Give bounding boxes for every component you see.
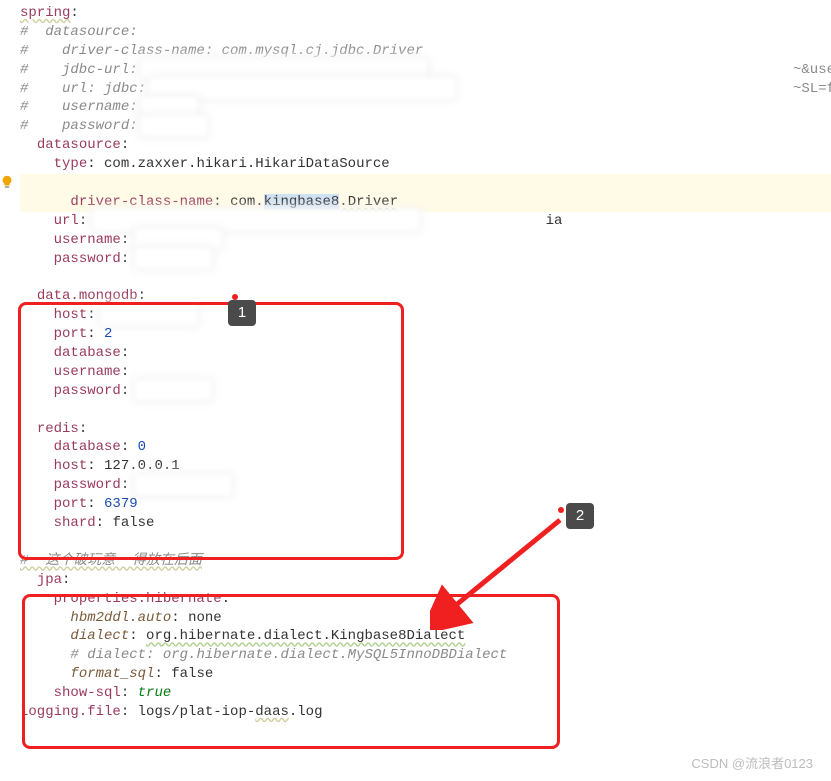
comment-url: # url: jdbc: (20, 81, 146, 97)
val-dialect: org.hibernate.dialect.Kingbase8Dialect (146, 628, 465, 644)
key-type: type (54, 156, 88, 172)
redacted (144, 100, 194, 114)
key-datasource: datasource (37, 137, 121, 153)
hint-right-1: ~&use (793, 61, 831, 80)
key-spring: spring (20, 5, 70, 21)
watermark: CSDN @流浪者0123 (691, 755, 813, 773)
val-redis-host: 127.0.0.1 (104, 458, 180, 474)
highlighted-line[interactable]: driver-class-name: com.kingbase8.Driver (20, 174, 831, 212)
redacted (144, 62, 424, 76)
key-format-sql: format_sql (70, 666, 154, 682)
val-hbm2ddl: none (188, 610, 222, 626)
url-hint: ia (546, 213, 563, 229)
key-database: database (54, 345, 121, 361)
redacted (138, 251, 208, 265)
val-type: com.zaxxer.hikari.HikariDataSource (104, 156, 390, 172)
val-port: 2 (104, 326, 112, 342)
key-password: password (54, 251, 121, 267)
val-redis-db: 0 (138, 439, 146, 455)
key-username2: username (54, 364, 121, 380)
key-hbm2ddl: hbm2ddl.auto (70, 610, 171, 626)
redacted (96, 213, 416, 227)
key-redis: redis (37, 421, 79, 437)
redacted (152, 81, 452, 95)
val-show-sql: true (138, 685, 172, 701)
callout-dot-1 (232, 294, 238, 300)
key-shard: shard (54, 515, 96, 531)
key-url: url (54, 213, 79, 229)
key-redis-host: host (54, 458, 88, 474)
key-logging: logging.file (20, 704, 121, 720)
redacted (138, 383, 208, 397)
key-redis-port: port (54, 496, 88, 512)
val-format-sql: false (171, 666, 213, 682)
comment-driver: # driver-class-name: com.mysql.cj.jdbc.D… (20, 43, 423, 59)
redacted (138, 478, 228, 492)
val-shard: false (112, 515, 154, 531)
key-mongodb: data.mongodb (37, 288, 138, 304)
comment-zh: # 这个破玩意 得放在后面 (20, 553, 202, 569)
callout-dot-2 (558, 507, 564, 513)
redacted (138, 232, 218, 246)
key-host: host (54, 307, 88, 323)
key-username: username (54, 232, 121, 248)
key-port: port (54, 326, 88, 342)
val-redis-port: 6379 (104, 496, 138, 512)
comment-username: # username: (20, 99, 138, 115)
key-jpa: jpa (37, 572, 62, 588)
key-redis-db: database (54, 439, 121, 455)
key-password2: password (54, 383, 121, 399)
hint-right-2: ~SL=f (793, 80, 831, 99)
key-props-hib: properties.hibernate (54, 591, 222, 607)
redacted (104, 308, 194, 322)
redacted (144, 119, 204, 133)
comment-dialect: # dialect: org.hibernate.dialect.MySQL5I… (70, 647, 507, 663)
comment-password: # password: (20, 118, 138, 134)
comment-datasource: # datasource: (20, 24, 138, 40)
key-dialect: dialect (70, 628, 129, 644)
key-show-sql: show-sql (54, 685, 121, 701)
lightbulb-icon[interactable] (0, 175, 14, 189)
key-driver: driver-class-name (70, 194, 213, 210)
key-redis-pw: password (54, 477, 121, 493)
selected-text: kingbase8 (264, 194, 340, 210)
comment-jdbcurl: # jdbc-url: (20, 62, 138, 78)
